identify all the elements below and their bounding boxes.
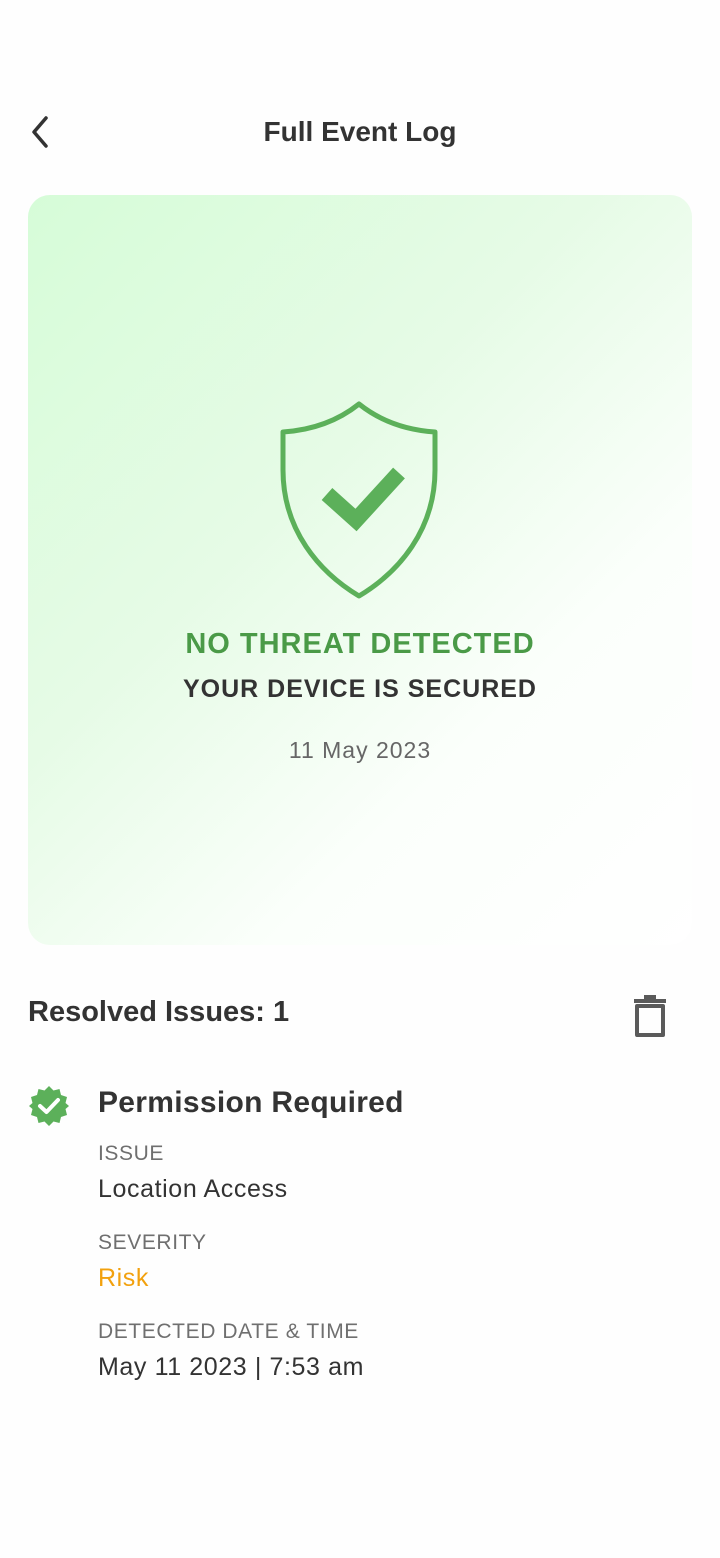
severity-label: SEVERITY <box>98 1231 207 1254</box>
verified-badge-icon <box>29 1086 69 1126</box>
status-date: 11 May 2023 <box>288 737 432 763</box>
resolved-issues-heading: Resolved Issues: 1 <box>28 996 290 1028</box>
page-title: Full Event Log <box>263 116 457 147</box>
issue-label: ISSUE <box>98 1142 165 1165</box>
detected-value: May 11 2023 | 7:53 am <box>98 1353 365 1381</box>
severity-value: Risk <box>98 1264 150 1292</box>
header: Full Event Log <box>0 100 720 164</box>
trash-icon <box>634 995 666 1037</box>
delete-log-button[interactable] <box>626 990 674 1042</box>
issue-list-item[interactable]: Permission Required ISSUE Location Acces… <box>0 1080 720 1400</box>
detected-label: DETECTED DATE & TIME <box>98 1320 359 1343</box>
issue-value: Location Access <box>98 1175 288 1203</box>
shield-check-icon <box>280 401 438 599</box>
issue-title: Permission Required <box>98 1086 404 1119</box>
status-subtitle: YOUR DEVICE IS SECURED <box>182 675 537 703</box>
status-title: NO THREAT DETECTED <box>185 628 535 660</box>
event-log-screen: Full Event Log NO THREAT DETECTED YOUR D… <box>0 0 720 1558</box>
